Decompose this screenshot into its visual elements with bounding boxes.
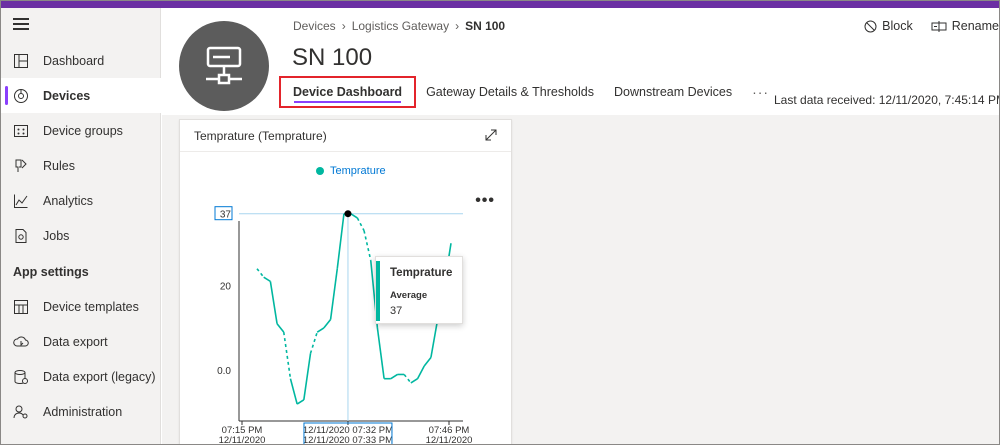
section-label-app-settings: App settings	[13, 265, 89, 279]
tile-divider	[180, 151, 511, 152]
last-data-text: Last data received: 12/11/2020, 7:45:14 …	[774, 93, 1000, 107]
device-templates-icon	[14, 300, 28, 314]
devices-icon	[14, 89, 28, 103]
breadcrumb-devices[interactable]: Devices	[293, 19, 336, 33]
header-actions: Block Rename	[864, 19, 999, 33]
sidebar-item-label: Administration	[43, 404, 123, 419]
breadcrumb-logistics-gateway[interactable]: Logistics Gateway	[352, 19, 449, 33]
sidebar-item-device-templates[interactable]: Device templates	[1, 289, 161, 324]
tab-gateway-details-thresholds[interactable]: Gateway Details & Thresholds	[416, 76, 604, 108]
rename-button[interactable]: Rename	[931, 19, 999, 33]
gateway-device-icon	[206, 46, 242, 85]
tooltip-title: Temprature	[390, 267, 453, 279]
sidebar-item-label: Data export	[43, 334, 108, 349]
sidebar-item-data-export-legacy[interactable]: Data export (legacy)	[1, 359, 161, 394]
app-frame: Dashboard Devices Device groups Rules An…	[0, 0, 1000, 445]
chevron-right-icon: ›	[341, 19, 346, 33]
hamburger-menu-icon[interactable]	[13, 18, 29, 32]
sidebar-item-analytics[interactable]: Analytics	[1, 183, 161, 218]
tooltip-series-marker	[376, 261, 380, 321]
sidebar-item-rules[interactable]: Rules	[1, 148, 161, 183]
sidebar-item-label: Devices	[43, 88, 91, 103]
more-options-icon[interactable]: •••	[475, 192, 495, 210]
breadcrumb: Devices › Logistics Gateway › SN 100	[293, 19, 505, 33]
sidebar-item-label: Dashboard	[43, 53, 105, 68]
last-data-received: Last data received: 12/11/2020, 7:45:14 …	[774, 93, 1000, 107]
sidebar-item-label: Analytics	[43, 193, 94, 208]
chevron-right-icon: ›	[455, 19, 460, 33]
sidebar-item-label: Jobs	[43, 228, 70, 243]
breadcrumb-current: SN 100	[465, 19, 506, 33]
page-title: SN 100	[292, 44, 373, 71]
sidebar-item-device-groups[interactable]: Device groups	[1, 113, 161, 148]
tab-device-dashboard[interactable]: Device Dashboard	[279, 76, 417, 108]
sidebar-item-devices[interactable]: Devices	[1, 78, 161, 113]
sidebar-item-data-export[interactable]: Data export	[1, 324, 161, 359]
sidebar-item-dashboard[interactable]: Dashboard	[1, 43, 161, 78]
tooltip-label: Average	[390, 290, 428, 301]
expand-icon[interactable]	[483, 127, 499, 143]
tooltip-value: 37	[390, 305, 403, 317]
sidebar-item-label: Device templates	[43, 299, 139, 314]
chart-legend[interactable]: Temprature	[316, 165, 386, 177]
device-groups-icon	[14, 125, 28, 137]
chart-tooltip: Temprature Average 37	[375, 256, 463, 324]
legend-dot-icon	[316, 167, 324, 175]
block-button[interactable]: Block	[864, 19, 913, 33]
administration-icon	[13, 405, 28, 419]
sidebar-item-label: Rules	[43, 158, 75, 173]
dashboard-icon	[14, 54, 28, 68]
rules-icon	[15, 159, 27, 172]
tab-downstream-devices[interactable]: Downstream Devices	[604, 76, 742, 108]
sidebar-item-label: Data export (legacy)	[43, 369, 156, 384]
rename-icon	[931, 20, 947, 32]
sidebar-item-administration[interactable]: Administration	[1, 394, 161, 429]
device-avatar	[179, 21, 269, 111]
sidebar-item-jobs[interactable]: Jobs	[1, 218, 161, 253]
tile-title: Temprature (Temprature)	[194, 129, 327, 143]
data-export-legacy-icon	[14, 370, 28, 384]
jobs-icon	[15, 229, 27, 243]
legend-label: Temprature	[330, 165, 386, 177]
data-export-icon	[13, 336, 29, 347]
tab-bar: Device Dashboard Gateway Details & Thres…	[279, 73, 779, 111]
top-accent-bar	[1, 1, 999, 8]
rename-label: Rename	[951, 19, 999, 33]
sidebar: Dashboard Devices Device groups Rules An…	[1, 8, 161, 444]
sidebar-item-label: Device groups	[43, 123, 123, 138]
block-label: Block	[882, 19, 913, 33]
block-icon	[864, 20, 877, 32]
analytics-icon	[14, 194, 28, 208]
